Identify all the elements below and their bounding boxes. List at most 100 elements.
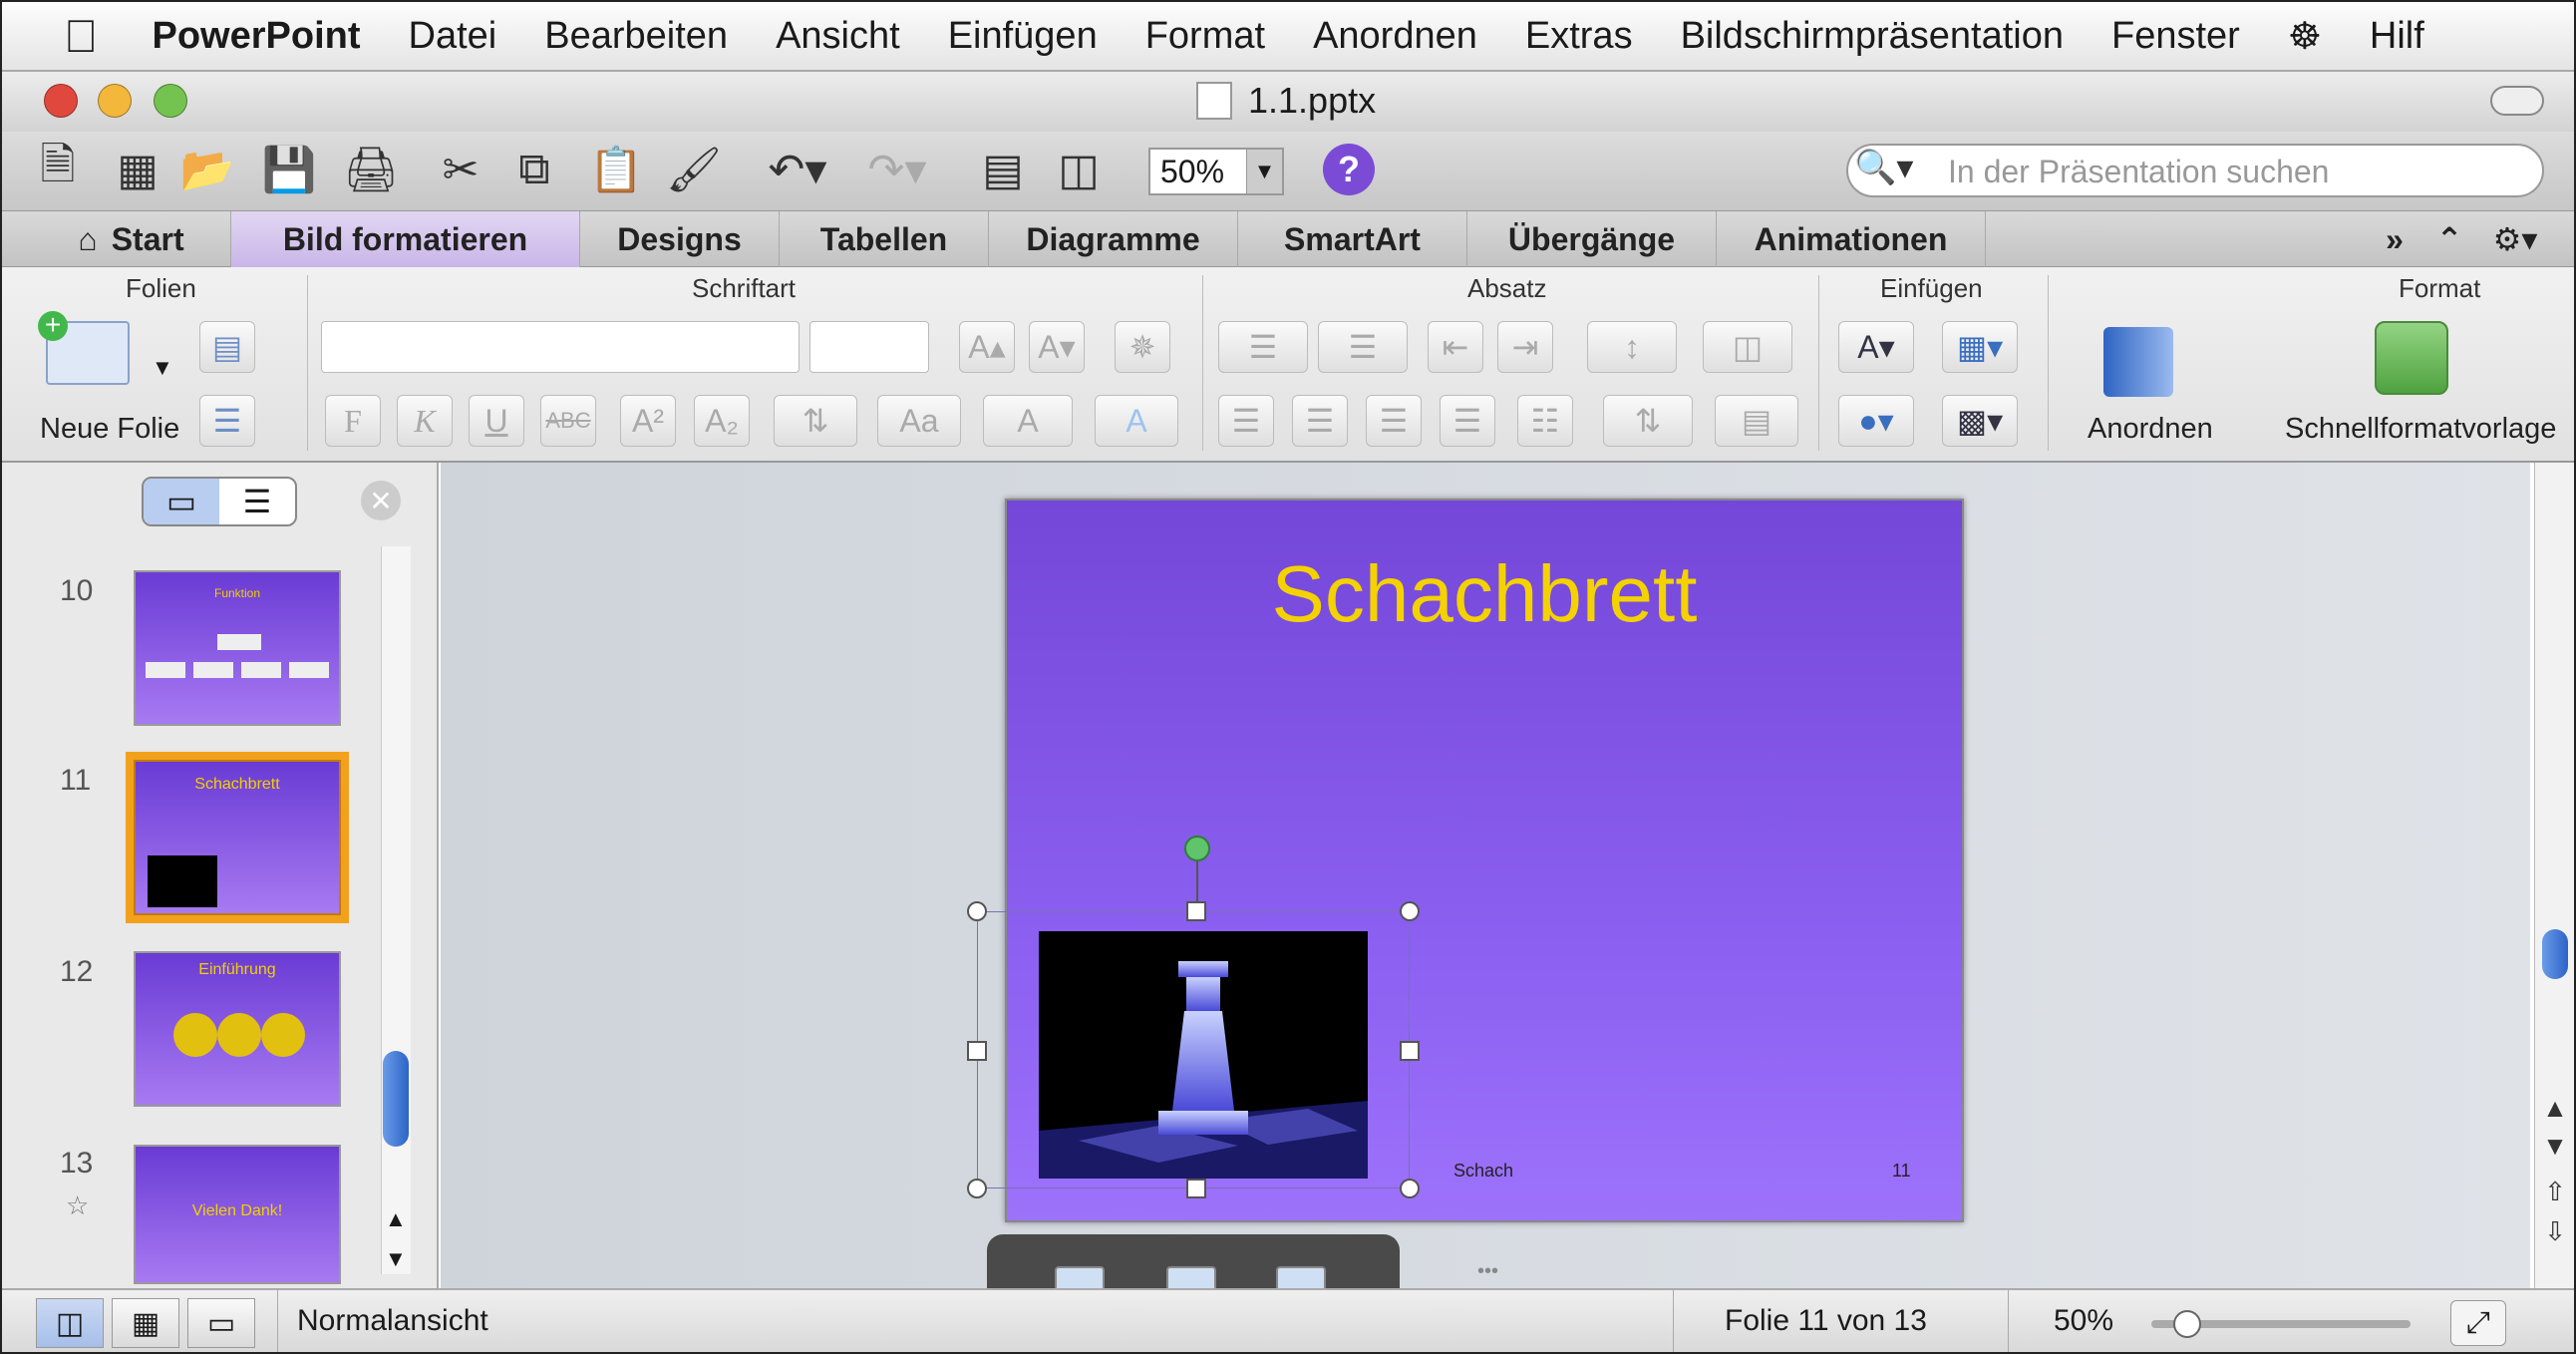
zoom-slider-knob[interactable] bbox=[2173, 1310, 2201, 1338]
save-icon[interactable]: 💾 bbox=[262, 142, 317, 197]
slide-thumbnail[interactable]: Vielen Dank! bbox=[134, 1145, 341, 1284]
slide-sorter-icon[interactable]: ▦ bbox=[112, 1298, 179, 1348]
slides-view-icon[interactable]: ▭ bbox=[144, 479, 219, 524]
undo-icon[interactable]: ↶▾ bbox=[758, 142, 837, 197]
scroll-up-icon[interactable]: ▲ bbox=[385, 1206, 407, 1232]
increase-font-icon[interactable]: A▴ bbox=[959, 321, 1015, 373]
slide-thumbnail-selected[interactable]: Schachbrett bbox=[126, 752, 349, 923]
char-spacing-icon[interactable]: ⇅ bbox=[774, 395, 857, 447]
menu-ansicht[interactable]: Ansicht bbox=[752, 15, 924, 58]
cut-icon[interactable]: ✂ bbox=[435, 142, 486, 197]
resize-handle-s[interactable] bbox=[1186, 1179, 1206, 1198]
superscript-icon[interactable]: A² bbox=[620, 395, 676, 447]
font-color-icon[interactable]: A bbox=[983, 395, 1073, 447]
numbering-icon[interactable]: ☰ bbox=[1318, 321, 1408, 373]
align-text-icon[interactable]: ▤ bbox=[1715, 395, 1798, 447]
copy-icon[interactable]: ⧉ bbox=[508, 142, 560, 197]
previous-slide-icon[interactable]: ⇧ bbox=[2538, 1175, 2572, 1208]
align-center-icon[interactable]: ☰ bbox=[1292, 395, 1348, 447]
gallery-icon[interactable]: ▦ bbox=[112, 142, 163, 197]
italic-button[interactable]: K bbox=[397, 395, 453, 447]
menu-fenster[interactable]: Fenster bbox=[2088, 15, 2264, 58]
chevron-down-icon[interactable]: ▼ bbox=[1246, 150, 1282, 193]
search-input[interactable]: In der Präsentation suchen bbox=[1846, 144, 2544, 197]
resize-handle-w[interactable] bbox=[967, 1041, 987, 1061]
slide-thumbnail[interactable]: Einführung bbox=[134, 951, 341, 1107]
line-spacing-icon[interactable]: ↕ bbox=[1587, 321, 1677, 373]
gear-icon[interactable]: ⚙▾ bbox=[2480, 211, 2550, 267]
resize-handle-sw[interactable] bbox=[967, 1179, 987, 1198]
print-icon[interactable]: 🖨 bbox=[343, 142, 399, 197]
outline-view-icon[interactable]: ☰ bbox=[219, 479, 295, 524]
shape-icon[interactable]: ●▾ bbox=[1838, 395, 1914, 447]
help-icon[interactable]: ? bbox=[1323, 144, 1375, 195]
resize-handle-nw[interactable] bbox=[967, 901, 987, 921]
canvas-scrollbar[interactable] bbox=[2534, 463, 2574, 1288]
zoom-window-button[interactable] bbox=[154, 84, 187, 118]
open-icon[interactable]: 📂 bbox=[180, 142, 235, 197]
pane-view-toggle[interactable]: ▭ ☰ bbox=[142, 477, 297, 526]
columns-icon[interactable]: ◫ bbox=[1703, 321, 1792, 373]
slide-number-field[interactable]: 11 bbox=[1892, 1161, 1911, 1182]
slide-thumbnail[interactable]: Funktion bbox=[134, 570, 341, 726]
thumbnail-scroll-thumb[interactable] bbox=[383, 1051, 409, 1147]
distribute-icon[interactable]: ☷ bbox=[1517, 395, 1573, 447]
minimize-window-button[interactable] bbox=[98, 84, 132, 118]
slide-title[interactable]: Schachbrett bbox=[1007, 548, 1962, 640]
apple-menu-icon[interactable]:  bbox=[2, 9, 129, 63]
canvas-scroll-thumb[interactable] bbox=[2542, 929, 2568, 979]
slides-icon[interactable]: ▤ bbox=[977, 142, 1029, 197]
more-tabs-icon[interactable]: » bbox=[2365, 211, 2424, 267]
slide-footer[interactable]: Schach bbox=[1453, 1161, 1513, 1182]
media-browser-icon[interactable]: ◫ bbox=[1053, 142, 1105, 197]
fit-window-icon[interactable]: ⤢ bbox=[2450, 1300, 2506, 1346]
arrange-icon[interactable] bbox=[2103, 327, 2173, 397]
resize-handle-n[interactable] bbox=[1186, 901, 1206, 921]
text-direction-icon[interactable]: ⇅ bbox=[1603, 395, 1693, 447]
menu-bildschirmpraesentation[interactable]: Bildschirmpräsentation bbox=[1657, 15, 2088, 58]
tab-designs[interactable]: Designs bbox=[580, 211, 780, 267]
resize-grip-icon[interactable]: ••• bbox=[1477, 1260, 1498, 1283]
align-right-icon[interactable]: ☰ bbox=[1366, 395, 1422, 447]
collapse-ribbon-icon[interactable]: ⌃ bbox=[2424, 211, 2474, 267]
menu-extras[interactable]: Extras bbox=[1501, 15, 1657, 58]
rotate-handle[interactable] bbox=[1184, 836, 1210, 861]
picture-icon[interactable]: ▦▾ bbox=[1942, 321, 2018, 373]
close-window-button[interactable] bbox=[44, 84, 78, 118]
indent-icon[interactable]: ⇥ bbox=[1497, 321, 1553, 373]
resize-handle-e[interactable] bbox=[1400, 1041, 1420, 1061]
scroll-up-icon[interactable]: ▲ bbox=[2538, 1091, 2572, 1125]
align-left-icon[interactable]: ☰ bbox=[1218, 395, 1274, 447]
quick-styles-icon[interactable] bbox=[2375, 321, 2448, 395]
layout-icon[interactable]: ▤ bbox=[199, 321, 255, 373]
menu-einfuegen[interactable]: Einfügen bbox=[924, 15, 1122, 58]
text-effects-icon[interactable]: A bbox=[1095, 395, 1178, 447]
bullets-icon[interactable]: ☰ bbox=[1218, 321, 1308, 373]
tab-diagramme[interactable]: Diagramme bbox=[989, 211, 1238, 267]
font-size-field[interactable] bbox=[809, 321, 929, 373]
arrange-button[interactable]: Anordnen bbox=[2088, 413, 2213, 446]
resize-handle-se[interactable] bbox=[1400, 1179, 1420, 1198]
new-icon[interactable]: 🗎 bbox=[32, 141, 84, 197]
tab-uebergaenge[interactable]: Übergänge bbox=[1467, 211, 1717, 267]
bold-button[interactable]: F bbox=[325, 395, 381, 447]
tab-bild-formatieren[interactable]: Bild formatieren bbox=[231, 211, 580, 267]
resize-handle-ne[interactable] bbox=[1400, 901, 1420, 921]
menu-bearbeiten[interactable]: Bearbeiten bbox=[520, 15, 752, 58]
slideshow-view-icon[interactable]: ▭ bbox=[187, 1298, 255, 1348]
section-icon[interactable]: ☰ bbox=[199, 395, 255, 447]
decrease-font-icon[interactable]: A▾ bbox=[1029, 321, 1085, 373]
chevron-down-icon[interactable]: ▼ bbox=[152, 355, 173, 381]
zoom-select[interactable]: 50% ▼ bbox=[1148, 148, 1284, 195]
format-painter-icon[interactable]: 🖌 bbox=[666, 142, 722, 197]
font-name-field[interactable] bbox=[321, 321, 800, 373]
tab-animationen[interactable]: Animationen bbox=[1717, 211, 1986, 267]
redo-icon[interactable]: ↷▾ bbox=[857, 142, 937, 197]
underline-button[interactable]: U bbox=[469, 395, 524, 447]
next-slide-icon[interactable]: ⇩ bbox=[2538, 1214, 2572, 1248]
search-icon[interactable]: 🔍▾ bbox=[1854, 148, 1913, 187]
tab-tabellen[interactable]: Tabellen bbox=[780, 211, 989, 267]
paste-icon[interactable]: 📋 bbox=[589, 142, 644, 197]
text-box-icon[interactable]: A▾ bbox=[1838, 321, 1914, 373]
tab-start[interactable]: ⌂ Start bbox=[32, 211, 231, 267]
